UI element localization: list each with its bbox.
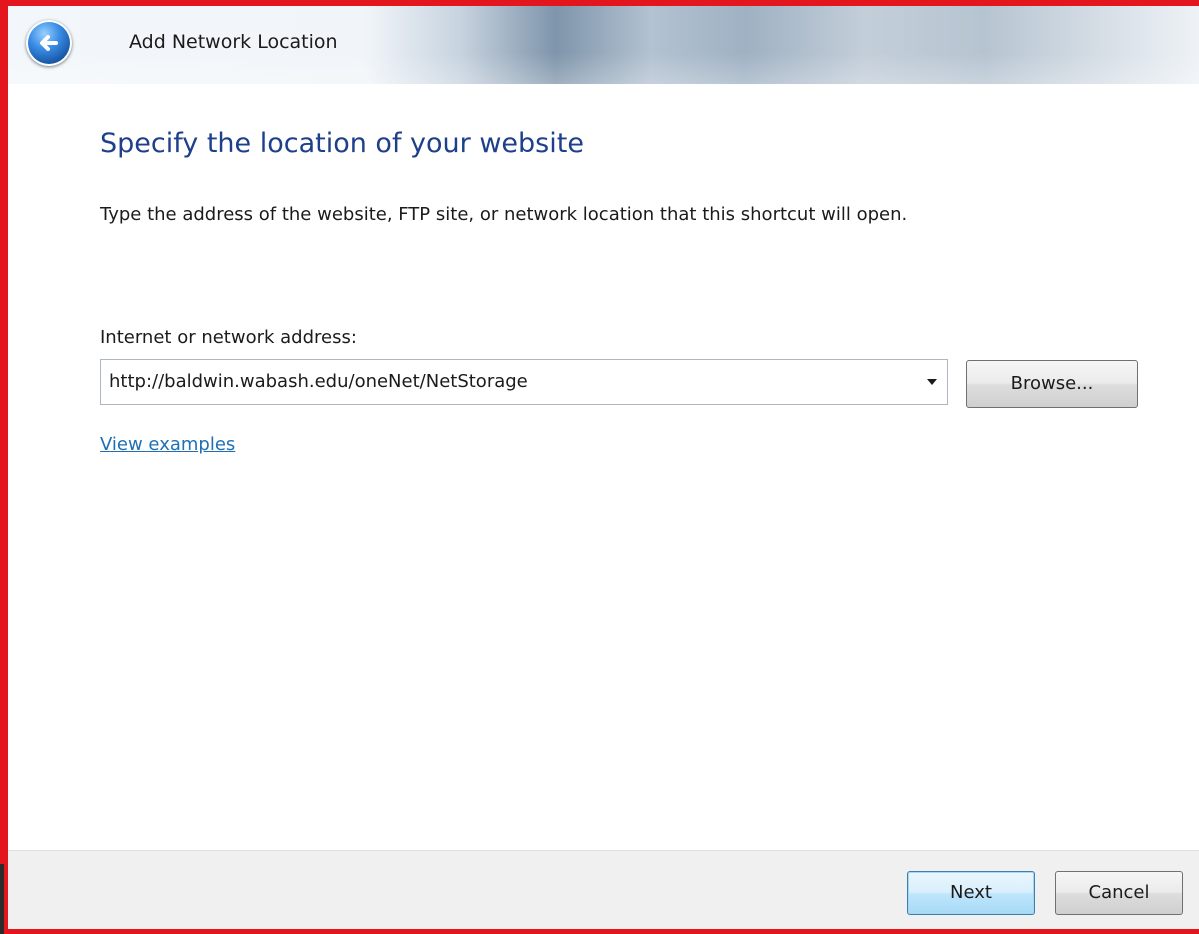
chevron-down-icon[interactable] (925, 375, 939, 389)
wizard-content: Specify the location of your website Typ… (8, 84, 1199, 850)
back-arrow-icon (40, 35, 58, 51)
address-label: Internet or network address: (100, 327, 357, 348)
page-heading: Specify the location of your website (100, 128, 584, 159)
address-combobox[interactable]: http://baldwin.wabash.edu/oneNet/NetStor… (100, 359, 948, 405)
cancel-button[interactable]: Cancel (1055, 871, 1183, 915)
page-description: Type the address of the website, FTP sit… (100, 204, 908, 225)
wizard-footer: Next Cancel (8, 850, 1199, 929)
title-bar: Add Network Location (8, 6, 1199, 84)
back-button[interactable] (26, 20, 72, 66)
address-input[interactable]: http://baldwin.wabash.edu/oneNet/NetStor… (109, 371, 528, 392)
window-title: Add Network Location (129, 31, 338, 53)
next-button[interactable]: Next (907, 871, 1035, 915)
view-examples-link[interactable]: View examples (100, 434, 235, 455)
browse-button[interactable]: Browse... (966, 360, 1138, 408)
